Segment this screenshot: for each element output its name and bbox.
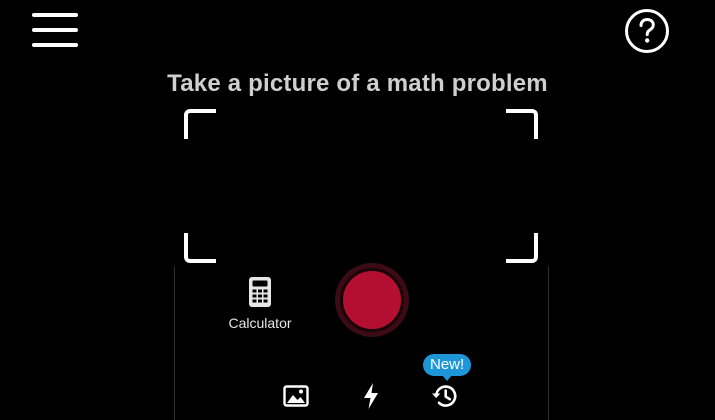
- history-new-badge: New!: [423, 354, 472, 381]
- shutter-button[interactable]: [335, 263, 409, 337]
- flash-toggle-button[interactable]: [356, 381, 386, 411]
- question-mark-icon: [625, 9, 669, 53]
- calculator-icon: [249, 277, 271, 307]
- gallery-button[interactable]: [281, 381, 311, 411]
- image-gallery-icon: [283, 385, 309, 407]
- calculator-label: Calculator: [228, 315, 292, 331]
- viewfinder-corner-top-left: [184, 109, 216, 139]
- viewfinder-corner-top-right: [506, 109, 538, 139]
- history-button[interactable]: [430, 381, 460, 411]
- camera-prompt: Take a picture of a math problem: [167, 70, 548, 97]
- viewfinder-corner-bottom-left: [184, 233, 216, 263]
- history-icon: [432, 385, 457, 407]
- viewfinder-corner-bottom-right: [506, 233, 538, 263]
- menu-button[interactable]: [28, 10, 82, 50]
- calculator-button[interactable]: Calculator: [222, 276, 298, 340]
- help-button[interactable]: [624, 8, 670, 54]
- hamburger-menu-icon: [32, 13, 78, 17]
- flash-icon: [364, 383, 378, 409]
- viewfinder-frame: [184, 109, 538, 263]
- shutter-button-core: [340, 268, 404, 332]
- panel-divider-right: [548, 266, 549, 420]
- panel-divider-left: [174, 266, 175, 420]
